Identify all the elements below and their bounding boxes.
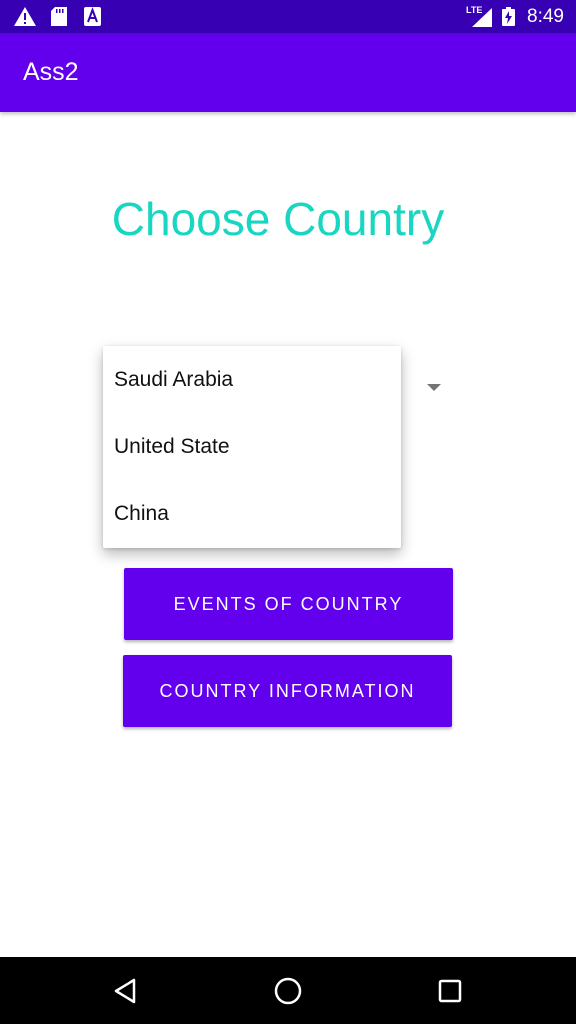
warning-icon bbox=[14, 7, 36, 26]
app-bar: Ass2 bbox=[0, 33, 576, 112]
country-dropdown-list: Saudi Arabia United State China bbox=[103, 346, 401, 548]
app-title: Ass2 bbox=[23, 58, 79, 86]
sd-card-icon bbox=[51, 7, 67, 26]
navigation-bar bbox=[0, 957, 576, 1024]
recents-icon[interactable] bbox=[434, 975, 466, 1007]
status-bar: LTE 8:49 bbox=[0, 0, 576, 33]
dropdown-option-saudi-arabia[interactable]: Saudi Arabia bbox=[103, 346, 401, 413]
back-icon[interactable] bbox=[110, 975, 142, 1007]
dropdown-option-united-state[interactable]: United State bbox=[103, 413, 401, 480]
clock: 8:49 bbox=[527, 6, 564, 27]
events-of-country-button[interactable]: EVENTS OF COUNTRY bbox=[124, 568, 453, 640]
font-a-icon bbox=[84, 7, 101, 26]
battery-charging-icon bbox=[502, 7, 515, 26]
page-title: Choose Country bbox=[111, 193, 445, 245]
dropdown-option-china[interactable]: China bbox=[103, 480, 401, 547]
spinner-dropdown-arrow-icon[interactable] bbox=[427, 384, 441, 391]
home-icon[interactable] bbox=[272, 975, 304, 1007]
signal-icon bbox=[472, 8, 492, 27]
country-information-button[interactable]: COUNTRY INFORMATION bbox=[123, 655, 452, 727]
